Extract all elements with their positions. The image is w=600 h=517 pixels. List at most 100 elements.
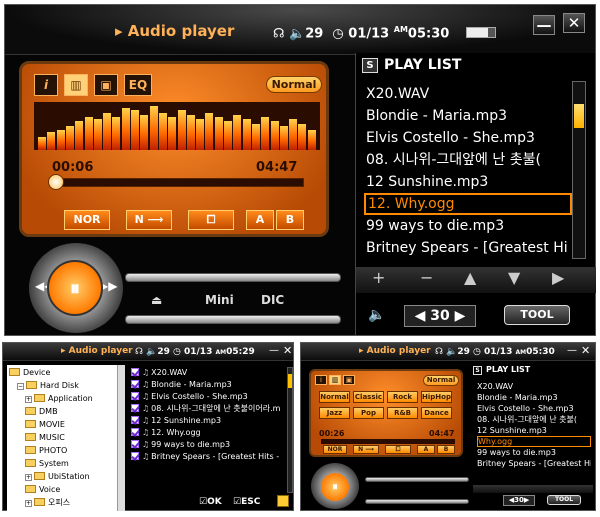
pause-button[interactable]: ⏸ <box>47 260 103 316</box>
nor-button[interactable]: NOR <box>323 445 347 454</box>
scrollbar-thumb[interactable] <box>288 374 292 388</box>
playlist-item[interactable]: 99 ways to die.mp3 <box>477 447 591 458</box>
checkbox[interactable] <box>131 380 139 388</box>
playlist-item[interactable]: Elvis Costello - She.mp3 <box>477 403 591 414</box>
checkbox[interactable] <box>131 404 139 412</box>
playlist-item[interactable]: Blondie - Maria.mp3 <box>364 105 572 127</box>
nor-button[interactable]: NOR <box>64 210 110 230</box>
move-down-icon[interactable]: ▼ <box>508 268 520 287</box>
progress-knob[interactable] <box>48 174 64 190</box>
picture-view-icon[interactable]: ▣ <box>94 74 118 96</box>
next-mode-button[interactable]: N ⟶ <box>126 210 172 230</box>
tree-node[interactable]: Device <box>9 367 50 379</box>
folder-up-icon[interactable] <box>277 495 289 507</box>
playlist-item[interactable]: 99 ways to die.mp3 <box>364 215 572 237</box>
playlist-item[interactable]: X20.WAV <box>364 83 572 105</box>
close-button[interactable]: ✕ <box>283 344 292 357</box>
tool-button[interactable]: TOOL <box>547 495 581 505</box>
expand-toggle-icon[interactable]: + <box>25 396 32 403</box>
equalizer-slider[interactable] <box>125 273 341 282</box>
pause-button[interactable]: ⏸ <box>321 473 349 501</box>
bookmark-button[interactable]: ⧠ <box>188 210 234 230</box>
tree-node[interactable]: + UbiStation <box>25 471 90 483</box>
close-button[interactable]: ✕ <box>563 13 585 33</box>
tree-node[interactable]: Voice <box>25 484 60 496</box>
ok-button[interactable]: ☑OK <box>199 497 222 507</box>
eq-tab[interactable]: EQ <box>124 74 152 96</box>
tree-scrollbar[interactable] <box>117 365 125 511</box>
tree-node[interactable]: System <box>25 458 69 470</box>
genre-button[interactable]: Classic <box>353 391 384 403</box>
genre-button[interactable]: Normal <box>319 391 350 403</box>
playlist-item[interactable]: Britney Spears - [Greatest Hi <box>477 458 591 469</box>
progress-bar[interactable] <box>50 178 304 187</box>
genre-button[interactable]: Jazz <box>319 407 350 419</box>
a-button[interactable]: A <box>417 445 435 454</box>
equalizer-view-icon[interactable]: ▥ <box>329 375 341 385</box>
tree-node[interactable]: + Application <box>25 393 93 405</box>
playlist-item[interactable]: Blondie - Maria.mp3 <box>477 392 591 403</box>
file-item[interactable]: ♫ 12 Sunshine.mp3 <box>131 415 281 426</box>
playlist-item[interactable]: Why.ogg <box>477 436 591 447</box>
playlist-scrollbar[interactable] <box>572 81 586 259</box>
tool-button[interactable]: TOOL <box>504 305 570 325</box>
tree-node[interactable]: DMB <box>25 406 58 418</box>
progress-bar[interactable] <box>321 439 455 444</box>
file-item[interactable]: ♫ 08. 시나위-그대앞에 난 촛불이어라.mp <box>131 403 281 414</box>
close-button[interactable]: ✕ <box>581 344 590 357</box>
expand-toggle-icon[interactable]: + <box>25 500 32 507</box>
play-item-icon[interactable]: ▶ <box>552 268 564 287</box>
balance-slider[interactable] <box>125 315 341 324</box>
checkbox[interactable] <box>131 452 139 460</box>
playlist-item[interactable]: 12. Why.ogg <box>364 193 572 215</box>
scrollbar-thumb[interactable] <box>574 104 584 128</box>
file-item[interactable]: ♫ X20.WAV <box>131 367 281 378</box>
move-up-icon[interactable]: ▲ <box>464 268 476 287</box>
checkbox[interactable] <box>131 428 139 436</box>
file-scrollbar[interactable] <box>287 367 293 493</box>
eq-mode-pill[interactable]: Normal <box>423 375 459 386</box>
checkbox[interactable] <box>131 440 139 448</box>
playlist-item[interactable]: 12 Sunshine.mp3 <box>364 171 572 193</box>
tree-node[interactable]: MOVIE <box>25 419 65 431</box>
page-selector[interactable]: ◀30▶ <box>503 495 535 506</box>
genre-button[interactable]: Rock <box>387 391 418 403</box>
expand-toggle-icon[interactable]: + <box>25 474 32 481</box>
checkbox[interactable] <box>131 368 139 376</box>
volume-icon[interactable]: 🔈 <box>289 26 305 41</box>
playlist-item[interactable]: 08. 시나위-그대앞에 난 촛불( <box>477 414 591 425</box>
checkbox[interactable] <box>131 416 139 424</box>
esc-button[interactable]: ☑ESC <box>233 497 260 507</box>
tree-node[interactable]: PHOTO <box>25 445 67 457</box>
minimize-button[interactable]: — <box>533 15 555 35</box>
info-icon[interactable]: i <box>315 375 327 385</box>
balance-slider[interactable] <box>365 499 469 504</box>
remove-icon[interactable]: − <box>420 268 433 287</box>
genre-button[interactable]: Pop <box>353 407 384 419</box>
mini-label[interactable]: Mini <box>205 293 234 307</box>
bookmark-button[interactable]: ⧠ <box>385 445 411 454</box>
equalizer-slider[interactable] <box>365 477 469 482</box>
playlist-item[interactable]: X20.WAV <box>477 381 591 392</box>
b-button[interactable]: B <box>437 445 455 454</box>
file-item[interactable]: ♫ 12. Why.ogg <box>131 427 281 438</box>
info-icon[interactable]: i <box>34 74 58 96</box>
minimize-button[interactable]: — <box>269 345 279 356</box>
genre-button[interactable]: Dance <box>421 407 452 419</box>
playlist-item[interactable]: 12 Sunshine.mp3 <box>477 425 591 436</box>
checkbox[interactable] <box>131 392 139 400</box>
equalizer-view-icon[interactable]: ▥ <box>64 74 88 96</box>
dic-label[interactable]: DIC <box>261 293 284 307</box>
add-icon[interactable]: + <box>372 268 385 287</box>
genre-button[interactable]: R&B <box>387 407 418 419</box>
file-item[interactable]: ♫ Elvis Costello - She.mp3 <box>131 391 281 402</box>
file-item[interactable]: ♫ 99 ways to die.mp3 <box>131 439 281 450</box>
page-selector[interactable]: ◀ 30 ▶ <box>404 305 476 327</box>
eq-mode-pill[interactable]: Normal <box>266 76 322 93</box>
playlist-item[interactable]: 08. 시나위-그대앞에 난 촛불( <box>364 149 572 171</box>
minimize-button[interactable]: — <box>567 345 577 356</box>
tree-node[interactable]: MUSIC <box>25 432 65 444</box>
file-item[interactable]: ♫ Blondie - Maria.mp3 <box>131 379 281 390</box>
file-item[interactable]: ♫Britney Spears - [Greatest Hits - My Pr <box>131 451 281 462</box>
tree-node[interactable]: − Hard Disk <box>17 380 79 392</box>
